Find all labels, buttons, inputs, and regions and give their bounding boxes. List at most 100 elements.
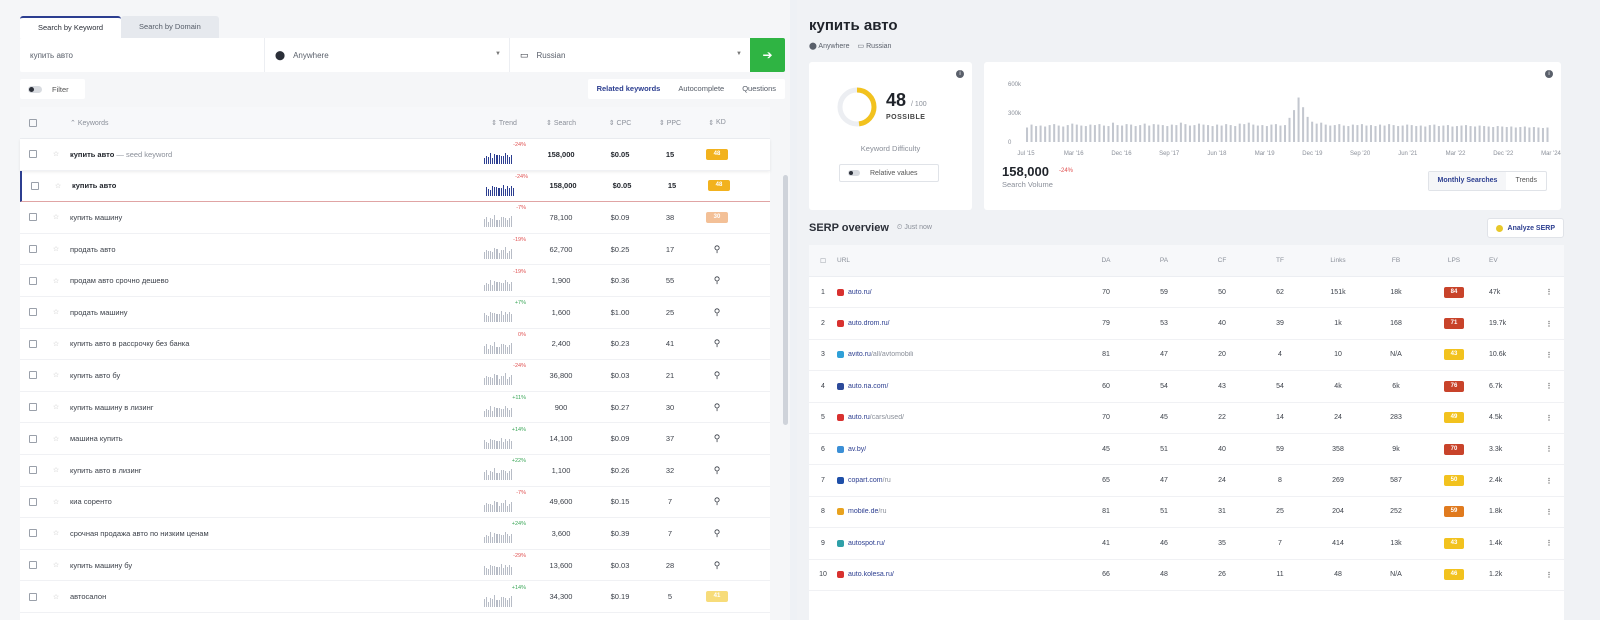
keyword-cell[interactable]: купить авто бу <box>66 371 478 380</box>
search-icon[interactable]: ⚲ <box>714 275 721 286</box>
column-header-cpc[interactable]: ⇕ CPC <box>592 119 648 127</box>
star-icon[interactable]: ☆ <box>46 371 66 379</box>
keyword-cell[interactable]: продать авто <box>66 245 478 254</box>
more-options-icon[interactable]: ⋮ <box>1539 539 1559 547</box>
row-checkbox[interactable] <box>20 150 46 159</box>
column-header-ppc[interactable]: ⇕ PPC <box>648 119 692 127</box>
search-icon[interactable]: ⚲ <box>714 496 721 507</box>
column-header-keyword[interactable]: ⌃ Keywords <box>66 119 478 127</box>
table-row[interactable]: ☆ продать авто -19% 62,700 $0.25 17 ⚲ <box>20 234 770 266</box>
table-row[interactable]: ☆ купить машину бу -29% 13,600 $0.03 28 ⚲ <box>20 550 770 582</box>
serp-row[interactable]: 3 avito.ru/all/avtomobili 81 47 20 4 10 N/A 43 10… <box>809 340 1564 372</box>
row-checkbox[interactable] <box>20 434 46 443</box>
column-header-trend[interactable]: ⇕ Trend <box>478 119 530 127</box>
keyword-input[interactable]: купить авто <box>20 38 265 72</box>
serp-url[interactable]: autospot.ru/ <box>837 539 1077 547</box>
segment-trends[interactable]: Trends <box>1506 172 1546 190</box>
segment-monthly-searches[interactable]: Monthly Searches <box>1428 172 1507 190</box>
table-row[interactable]: ☆ купить авто -24% 158,000 $0.05 15 48 <box>20 170 770 203</box>
serp-url[interactable]: auto.kolesa.ru/ <box>837 571 1077 579</box>
keyword-cell[interactable]: купить машину в лизинг <box>66 403 478 412</box>
more-options-icon[interactable]: ⋮ <box>1539 445 1559 453</box>
segment-questions[interactable]: Questions <box>733 79 785 99</box>
search-icon[interactable]: ⚲ <box>714 307 721 318</box>
star-icon[interactable]: ☆ <box>46 213 66 221</box>
serp-url[interactable]: auto.ru/cars/used/ <box>837 414 1077 422</box>
scrollbar[interactable] <box>783 175 788 425</box>
row-checkbox[interactable] <box>20 339 46 348</box>
search-icon[interactable]: ⚲ <box>714 433 721 444</box>
star-icon[interactable]: ☆ <box>46 403 66 411</box>
star-icon[interactable]: ☆ <box>48 182 68 190</box>
more-options-icon[interactable]: ⋮ <box>1539 477 1559 485</box>
serp-url[interactable]: auto.drom.ru/ <box>837 320 1077 328</box>
star-icon[interactable]: ☆ <box>46 277 66 285</box>
location-select[interactable]: ⬤ Anywhere ▼ <box>265 38 510 72</box>
row-checkbox[interactable] <box>20 403 46 412</box>
keyword-cell[interactable]: срочная продажа авто по низким ценам <box>66 529 478 538</box>
search-icon[interactable]: ⚲ <box>714 465 721 476</box>
serp-row[interactable]: 9 autospot.ru/41 46 35 7 414 13k 43 1.4k ⋮ <box>809 528 1564 560</box>
analyze-serp-button[interactable]: Analyze SERP <box>1486 218 1564 238</box>
keyword-cell[interactable]: купить авто <box>68 181 480 190</box>
serp-row[interactable]: 1 auto.ru/70 59 50 62 151k 18k 84 47k ⋮ <box>809 277 1564 309</box>
row-checkbox[interactable] <box>22 181 48 190</box>
keyword-cell[interactable]: машина купить <box>66 434 478 443</box>
keyword-cell[interactable]: продать машину <box>66 308 478 317</box>
table-row[interactable]: ☆ продам авто срочно дешево -19% 1,900 $0.36… <box>20 265 770 297</box>
star-icon[interactable]: ☆ <box>46 529 66 537</box>
table-row[interactable]: ☆ купить авто в лизинг +22% 1,100 $0.26 32 ⚲ <box>20 455 770 487</box>
keyword-cell[interactable]: купить авто в лизинг <box>66 466 478 475</box>
star-icon[interactable]: ☆ <box>46 466 66 474</box>
row-checkbox[interactable] <box>20 245 46 254</box>
star-icon[interactable]: ☆ <box>46 561 66 569</box>
serp-row[interactable]: 5 auto.ru/cars/used/70 45 22 14 24 283 49 4.5k ⋮ <box>809 403 1564 434</box>
serp-row[interactable]: 10 auto.kolesa.ru/66 48 26 11 48 N/A 46 1.2k ⋮ <box>809 560 1564 591</box>
table-row[interactable]: ☆ купить авто — seed keyword -24% 158,000 $0… <box>20 139 770 171</box>
more-options-icon[interactable]: ⋮ <box>1539 351 1559 359</box>
serp-select-all-checkbox[interactable]: ☐ <box>809 257 837 265</box>
serp-url[interactable]: auto.ru/ <box>837 288 1077 296</box>
star-icon[interactable]: ☆ <box>46 245 66 253</box>
row-checkbox[interactable] <box>20 276 46 285</box>
serp-url[interactable]: avito.ru/all/avtomobili <box>837 351 1077 359</box>
serp-url[interactable]: auto.ria.com/ <box>837 382 1077 390</box>
table-row[interactable]: ☆ автосалон +14% 34,300 $0.19 5 41 <box>20 581 770 613</box>
star-icon[interactable]: ☆ <box>46 150 66 158</box>
keyword-cell[interactable]: продам авто срочно дешево <box>66 276 478 285</box>
serp-row[interactable]: 2 auto.drom.ru/79 53 40 39 1k 168 71 19.7k ⋮ <box>809 308 1564 340</box>
serp-row[interactable]: 6 av.by/45 51 40 59 358 9k 70 3.3k ⋮ <box>809 434 1564 466</box>
search-icon[interactable]: ⚲ <box>714 560 721 571</box>
keyword-cell[interactable]: автосалон <box>66 592 478 601</box>
star-icon[interactable]: ☆ <box>46 340 66 348</box>
serp-row[interactable]: 4 auto.ria.com/60 54 43 54 4k 6k 76 6.7k ⋮ <box>809 371 1564 403</box>
keyword-cell[interactable]: купить авто — seed keyword <box>66 150 478 159</box>
table-row[interactable]: ☆ продать машину +7% 1,600 $1.00 25 ⚲ <box>20 297 770 329</box>
tab-search-by-keyword[interactable]: Search by Keyword <box>20 16 122 38</box>
search-icon[interactable]: ⚲ <box>714 244 721 255</box>
language-select[interactable]: ▭ Russian ▼ <box>510 38 750 72</box>
star-icon[interactable]: ☆ <box>46 593 66 601</box>
segment-autocomplete[interactable]: Autocomplete <box>669 79 733 99</box>
table-row[interactable]: ☆ купить машину -7% 78,100 $0.09 38 30 <box>20 202 770 234</box>
keyword-cell[interactable]: купить авто в рассрочку без банка <box>66 339 478 348</box>
table-row[interactable]: ☆ купить авто бу -24% 36,800 $0.03 21 ⚲ <box>20 360 770 392</box>
column-header-search[interactable]: ⇕ Search <box>530 119 592 127</box>
search-submit-button[interactable]: ➔ <box>750 38 785 72</box>
relative-toggle-switch[interactable] <box>848 170 860 176</box>
more-options-icon[interactable]: ⋮ <box>1539 414 1559 422</box>
star-icon[interactable]: ☆ <box>46 435 66 443</box>
row-checkbox[interactable] <box>20 592 46 601</box>
filter-toggle-switch[interactable] <box>28 85 42 93</box>
info-icon[interactable]: i <box>956 70 964 78</box>
search-icon[interactable]: ⚲ <box>714 338 721 349</box>
more-options-icon[interactable]: ⋮ <box>1539 571 1559 579</box>
table-row[interactable]: ☆ купить машину в лизинг +11% 900 $0.27 30 ⚲ <box>20 392 770 424</box>
row-checkbox[interactable] <box>20 371 46 380</box>
segment-related-keywords[interactable]: Related keywords <box>588 79 670 99</box>
row-checkbox[interactable] <box>20 497 46 506</box>
serp-url[interactable]: av.by/ <box>837 445 1077 453</box>
relative-values-toggle[interactable]: Relative values <box>839 164 939 182</box>
row-checkbox[interactable] <box>20 529 46 538</box>
more-options-icon[interactable]: ⋮ <box>1539 508 1559 516</box>
